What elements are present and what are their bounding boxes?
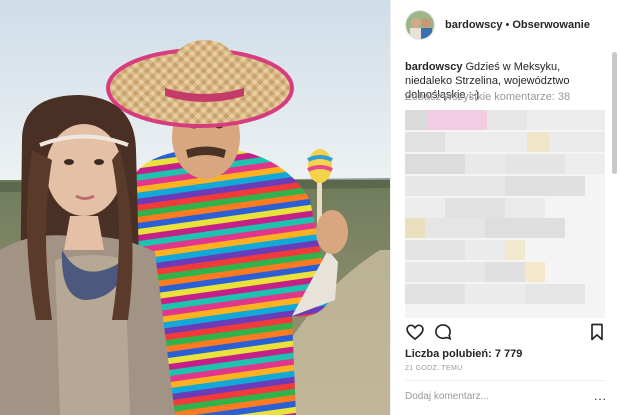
header-text: bardowscy • Obserwowanie: [445, 19, 590, 31]
photo-illustration: [0, 0, 390, 415]
view-all-comments-link[interactable]: Zobacz wszystkie komentarze: 38: [405, 91, 570, 103]
bookmark-icon[interactable]: [588, 322, 606, 342]
post-timestamp: 21 GODZ. TEMU: [405, 365, 463, 372]
avatar[interactable]: [405, 10, 435, 40]
caption-username[interactable]: bardowscy: [405, 61, 462, 73]
header-username[interactable]: bardowscy: [445, 19, 502, 31]
comments-scrollbar[interactable]: [612, 52, 617, 174]
action-bar: [405, 322, 605, 342]
blurred-comments: [405, 110, 605, 318]
comment-divider: [405, 380, 605, 381]
post-header: bardowscy • Obserwowanie: [391, 0, 620, 50]
header-separator: •: [505, 19, 510, 31]
add-comment-input[interactable]: [405, 391, 575, 402]
heart-icon[interactable]: [405, 322, 425, 342]
avatar-image: [406, 11, 434, 39]
more-options-icon[interactable]: ...: [594, 389, 607, 403]
likes-count[interactable]: Liczba polubień: 7 779: [405, 348, 522, 360]
comment-icon[interactable]: [433, 322, 453, 342]
instagram-post: bardowscy • Obserwowanie bardowscy Gdzieś w…: [0, 0, 620, 415]
post-photo[interactable]: [0, 0, 390, 415]
follow-status-button[interactable]: Obserwowanie: [512, 19, 590, 31]
